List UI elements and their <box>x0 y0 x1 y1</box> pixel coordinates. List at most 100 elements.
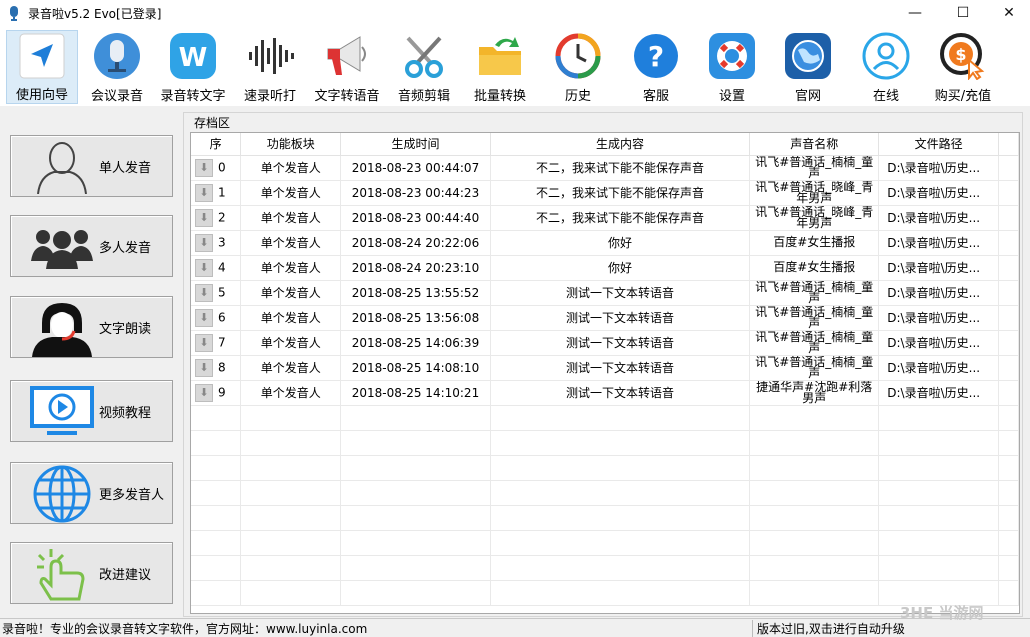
empty-cell <box>878 555 1000 581</box>
table-row[interactable]: ⬇ 3 单个发音人 2018-08-24 20:22:06 你好 百度#女生播报 D:\录音… <box>191 230 1019 256</box>
left-button-label: 视频教程 <box>99 405 152 421</box>
suggestion-button[interactable]: 改进建议 <box>10 542 173 604</box>
empty-cell <box>998 405 1019 431</box>
row-number: 9 <box>218 385 226 399</box>
table-row[interactable] <box>191 455 1019 481</box>
empty-cell <box>878 455 1000 481</box>
table-row[interactable]: ⬇ 0 单个发音人 2018-08-23 00:44:07 不二，我来试下能不能保存声音… <box>191 155 1019 181</box>
update-status[interactable]: 版本过旧,双击进行自动升级 <box>752 620 905 637</box>
download-icon[interactable]: ⬇ <box>195 333 213 352</box>
empty-cell <box>749 480 880 506</box>
row-number: 4 <box>218 260 226 274</box>
toolbar-website-button[interactable]: 官网 <box>778 30 838 104</box>
table-row[interactable]: ⬇ 2 单个发音人 2018-08-23 00:44:40 不二，我来试下能不能保存声音… <box>191 205 1019 231</box>
toolbar-settings-button[interactable]: 设置 <box>702 30 762 104</box>
table-row[interactable] <box>191 530 1019 556</box>
toolbar-text-to-speech-button[interactable]: 文字转语音 <box>310 30 384 104</box>
toolbar-label: 客服 <box>642 89 669 104</box>
download-icon[interactable]: ⬇ <box>195 308 213 327</box>
cell-voice: 讯飞#普通话_楠楠_童声 <box>749 155 880 181</box>
cell-module: 单个发音人 <box>240 330 342 356</box>
cell-content: 不二，我来试下能不能保存声音 <box>490 180 751 206</box>
maximize-button[interactable]: ☐ <box>940 0 986 26</box>
table-row[interactable]: ⬇ 7 单个发音人 2018-08-25 14:06:39 测试一下文本转语音 讯飞#普通… <box>191 330 1019 356</box>
toolbar-speech-to-text-button[interactable]: W 录音转文字 <box>156 30 230 104</box>
row-number: 6 <box>218 310 226 324</box>
download-icon[interactable]: ⬇ <box>195 258 213 277</box>
download-icon[interactable]: ⬇ <box>195 383 213 402</box>
table-row[interactable] <box>191 505 1019 531</box>
empty-cell <box>749 555 880 581</box>
megaphone-icon <box>321 30 373 81</box>
empty-cell <box>749 405 880 431</box>
more-voices-button[interactable]: 更多发音人 <box>10 462 173 524</box>
video-monitor-icon <box>27 384 97 440</box>
cell-filler <box>998 380 1019 406</box>
text-reading-button[interactable]: 文字朗读 <box>10 296 173 358</box>
multi-voice-button[interactable]: 多人发音 <box>10 215 173 277</box>
table-row[interactable]: ⬇ 5 单个发音人 2018-08-25 13:55:52 测试一下文本转语音 讯飞#普通… <box>191 280 1019 306</box>
empty-cell <box>878 505 1000 531</box>
group-icon <box>27 219 97 275</box>
download-icon[interactable]: ⬇ <box>195 233 213 252</box>
table-row[interactable] <box>191 580 1019 606</box>
cell-voice: 讯飞#普通话_晓峰_青年男声 <box>749 205 880 231</box>
table-row[interactable]: ⬇ 9 单个发音人 2018-08-25 14:10:21 测试一下文本转语音 捷通华声#… <box>191 380 1019 406</box>
cell-path: D:\录音啦\历史... <box>878 330 1000 356</box>
archive-table[interactable]: 序 功能板块 生成时间 生成内容 声音名称 文件路径 ⬇ 0 单个发音人 2018-0… <box>190 132 1020 614</box>
column-header-content[interactable]: 生成内容 <box>490 133 751 156</box>
table-row[interactable] <box>191 555 1019 581</box>
column-header-seq[interactable]: 序 <box>191 133 242 156</box>
toolbar-purchase-button[interactable]: $ 购买/充值 <box>928 30 998 104</box>
cell-module: 单个发音人 <box>240 155 342 181</box>
column-header-path[interactable]: 文件路径 <box>878 133 1000 156</box>
empty-cell <box>490 530 751 556</box>
download-icon[interactable]: ⬇ <box>195 158 213 177</box>
empty-cell <box>490 555 751 581</box>
toolbar-meeting-record-button[interactable]: 会议录音 <box>86 30 148 104</box>
toolbar-audio-edit-button[interactable]: 音频剪辑 <box>392 30 456 104</box>
table-row[interactable]: ⬇ 1 单个发音人 2018-08-23 00:44:23 不二，我来试下能不能保存声音… <box>191 180 1019 206</box>
column-header-filler <box>998 133 1019 156</box>
download-icon[interactable]: ⬇ <box>195 358 213 377</box>
column-header-voice[interactable]: 声音名称 <box>749 133 880 156</box>
cell-filler <box>998 180 1019 206</box>
minimize-button[interactable]: — <box>892 0 938 26</box>
left-button-label: 更多发音人 <box>99 487 165 503</box>
empty-cell <box>240 530 342 556</box>
empty-cell <box>191 405 242 431</box>
table-row[interactable] <box>191 405 1019 431</box>
download-icon[interactable]: ⬇ <box>195 283 213 302</box>
column-header-module[interactable]: 功能板块 <box>240 133 342 156</box>
download-icon[interactable]: ⬇ <box>195 208 213 227</box>
toolbar-online-button[interactable]: 在线 <box>856 30 916 104</box>
cell-module: 单个发音人 <box>240 205 342 231</box>
toolbar-shorthand-button[interactable]: 速录听打 <box>238 30 302 104</box>
table-row[interactable]: ⬇ 4 单个发音人 2018-08-24 20:23:10 你好 百度#女生播报 D:\录音… <box>191 255 1019 281</box>
empty-cell <box>749 505 880 531</box>
empty-cell <box>340 480 491 506</box>
table-row[interactable] <box>191 480 1019 506</box>
folder-arrow-icon <box>474 30 526 81</box>
empty-cell <box>878 480 1000 506</box>
cell-seq: ⬇ 8 <box>191 355 242 381</box>
video-tutorial-button[interactable]: 视频教程 <box>10 380 173 442</box>
table-header-row: 序 功能板块 生成时间 生成内容 声音名称 文件路径 <box>191 133 1019 156</box>
toolbar-history-button[interactable]: 历史 <box>548 30 608 104</box>
microphone-icon <box>91 30 143 81</box>
close-button[interactable]: ✕ <box>986 0 1030 26</box>
toolbar-support-button[interactable]: ? 客服 <box>626 30 686 104</box>
column-header-time[interactable]: 生成时间 <box>340 133 491 156</box>
row-number: 0 <box>218 160 226 174</box>
table-row[interactable] <box>191 430 1019 456</box>
download-icon[interactable]: ⬇ <box>195 183 213 202</box>
table-row[interactable]: ⬇ 8 单个发音人 2018-08-25 14:08:10 测试一下文本转语音 讯飞#普通… <box>191 355 1019 381</box>
toolbar-batch-convert-button[interactable]: 批量转换 <box>468 30 532 104</box>
cell-content: 测试一下文本转语音 <box>490 280 751 306</box>
table-row[interactable]: ⬇ 6 单个发音人 2018-08-25 13:56:08 测试一下文本转语音 讯飞#普通… <box>191 305 1019 331</box>
single-voice-button[interactable]: 单人发音 <box>10 135 173 197</box>
toolbar-guide-button[interactable]: 使用向导 <box>6 30 78 104</box>
navigation-arrow-icon <box>16 31 68 80</box>
row-number: 5 <box>218 285 226 299</box>
row-number: 1 <box>218 185 226 199</box>
